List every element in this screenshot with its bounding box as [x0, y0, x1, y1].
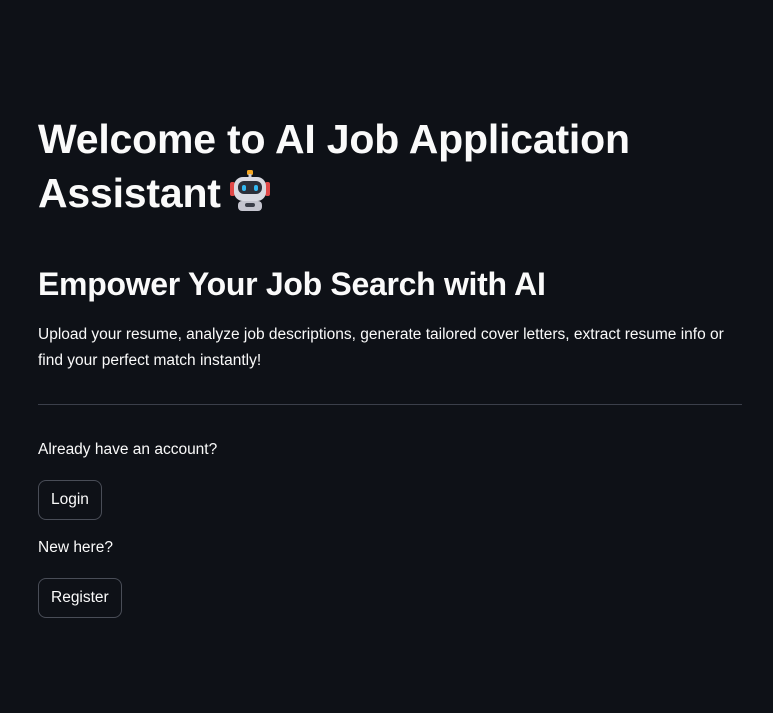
- page-description: Upload your resume, analyze job descript…: [38, 326, 724, 369]
- app-page: Welcome to AI Job Application Assistant: [0, 0, 773, 713]
- page-subtitle: Empower Your Job Search with AI: [38, 266, 546, 302]
- register-button[interactable]: Register: [38, 578, 122, 618]
- robot-icon: [227, 167, 273, 226]
- login-button[interactable]: Login: [38, 480, 102, 520]
- section-divider: [38, 404, 742, 405]
- main-content: Welcome to AI Job Application Assistant: [38, 112, 742, 618]
- login-prompt: Already have an account?: [38, 441, 218, 458]
- register-prompt: New here?: [38, 539, 113, 556]
- page-title-text: Welcome to AI Job Application Assistant: [38, 116, 630, 216]
- page-title: Welcome to AI Job Application Assistant: [38, 112, 742, 226]
